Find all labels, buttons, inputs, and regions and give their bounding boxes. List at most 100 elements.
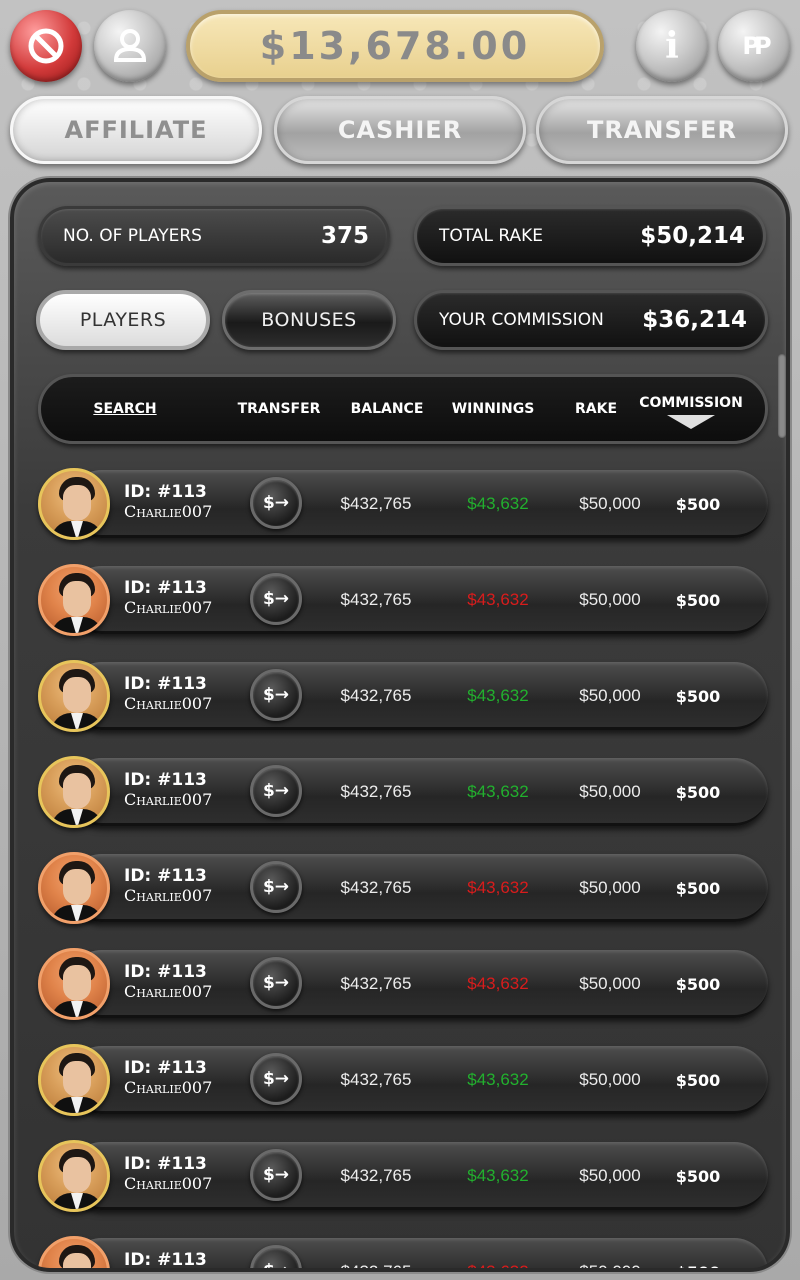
table-row[interactable]: ID: #113 Charlie007 $→ $432,765 $43,632 … [38,948,768,1020]
player-rake: $50,000 [579,590,641,609]
player-balance: $432,765 [340,1166,412,1185]
player-commission: $500 [675,782,721,802]
player-id: ID: #113 [124,1250,207,1270]
avatar-face [63,485,91,521]
player-commission: $500 [675,1262,721,1272]
avatar-face [63,677,91,713]
player-winnings: $43,632 [467,494,529,513]
transfer-button[interactable]: $→ [250,573,302,625]
table-row[interactable]: ID: #113 Charlie007 $→ $432,765 $43,632 … [38,564,768,636]
profile-button[interactable] [94,10,166,82]
dollar-arrow-icon: $→ [262,1165,290,1185]
tab-transfer[interactable]: TRANSFER [536,96,788,164]
player-balance: $432,765 [340,878,412,897]
scrollbar[interactable] [778,354,786,438]
player-commission: $500 [675,686,721,706]
player-name: Charlie007 [124,694,213,713]
tab-cashier[interactable]: CASHIER [274,96,526,164]
dollar-arrow-icon: $→ [262,877,290,897]
dollar-arrow-icon: $→ [262,781,290,801]
info-button[interactable]: i [636,10,708,82]
transfer-button[interactable]: $→ [250,957,302,1009]
player-id: ID: #113 [124,674,207,694]
player-winnings: $43,632 [467,974,529,993]
table-row[interactable]: ID: #113 Charlie007 $→ $432,765 $43,632 … [38,756,768,828]
tab-bonuses[interactable]: BONUSES [222,290,396,350]
player-id: ID: #113 [124,866,207,886]
avatar [38,660,110,732]
avatar [38,852,110,924]
brand-button[interactable]: PP [718,10,790,82]
transfer-button[interactable]: $→ [250,1053,302,1105]
transfer-button[interactable]: $→ [250,861,302,913]
column-header-winnings[interactable]: WINNINGS [445,377,541,441]
avatar-face [63,1157,91,1193]
column-header-balance[interactable]: BALANCE [339,377,435,441]
avatar-face [63,581,91,617]
player-id: ID: #113 [124,1058,207,1078]
account-balance: $13,678.00 [186,10,604,82]
tab-affiliate[interactable]: AFFILIATE [10,96,262,164]
player-id: ID: #113 [124,770,207,790]
player-name: Charlie007 [124,1174,213,1193]
table-row[interactable]: ID: #113 Charlie007 $→ $432,765 $43,632 … [38,468,768,540]
avatar-face [63,869,91,905]
affiliate-panel: NO. OF PLAYERS 375 TOTAL RAKE $50,214 PL… [10,178,790,1272]
table-row[interactable]: ID: #113 Charlie007 $→ $432,765 $43,632 … [38,1236,768,1272]
avatar-face [63,1061,91,1097]
player-winnings: $43,632 [467,686,529,705]
dollar-arrow-icon: $→ [262,685,290,705]
avatar [38,564,110,636]
player-balance: $432,765 [340,590,412,609]
dollar-arrow-icon: $→ [262,1261,290,1272]
block-icon [28,28,64,64]
avatar [38,1044,110,1116]
total-rake-label: TOTAL RAKE [439,226,543,246]
avatar [38,948,110,1020]
avatar [38,468,110,540]
players-count-label: NO. OF PLAYERS [63,226,202,246]
dollar-arrow-icon: $→ [262,493,290,513]
table-row[interactable]: ID: #113 Charlie007 $→ $432,765 $43,632 … [38,1044,768,1116]
transfer-button[interactable]: $→ [250,765,302,817]
player-commission: $500 [675,1166,721,1186]
player-rake: $50,000 [579,1262,641,1272]
info-icon: i [665,25,679,67]
player-winnings: $43,632 [467,1070,529,1089]
sort-descending-icon [667,415,715,429]
player-balance: $432,765 [340,974,412,993]
commission-label: YOUR COMMISSION [439,310,604,330]
player-balance: $432,765 [340,1070,412,1089]
column-header-commission[interactable]: COMMISSION [639,377,743,441]
block-button[interactable] [10,10,82,82]
player-id: ID: #113 [124,482,207,502]
table-row[interactable]: ID: #113 Charlie007 $→ $432,765 $43,632 … [38,1140,768,1212]
player-name: Charlie007 [124,790,213,809]
tab-players[interactable]: PLAYERS [36,290,210,350]
transfer-button[interactable]: $→ [250,1149,302,1201]
player-id: ID: #113 [124,962,207,982]
avatar-face [63,773,91,809]
total-rake-pill: TOTAL RAKE $50,214 [414,206,766,266]
player-rake: $50,000 [579,494,641,513]
dollar-arrow-icon: $→ [262,1069,290,1089]
transfer-button[interactable]: $→ [250,669,302,721]
player-rake: $50,000 [579,686,641,705]
player-winnings: $43,632 [467,782,529,801]
commission-pill: YOUR COMMISSION $36,214 [414,290,768,350]
avatar-face [63,965,91,1001]
player-rake: $50,000 [579,1070,641,1089]
player-name: Charlie007 [124,502,213,521]
search-link[interactable]: SEARCH [65,377,185,441]
dollar-arrow-icon: $→ [262,589,290,609]
table-row[interactable]: ID: #113 Charlie007 $→ $432,765 $43,632 … [38,852,768,924]
player-commission: $500 [675,878,721,898]
table-header: SEARCH TRANSFER BALANCE WINNINGS RAKE CO… [38,374,768,444]
players-count-pill: NO. OF PLAYERS 375 [38,206,390,266]
player-balance: $432,765 [340,1262,412,1272]
transfer-button[interactable]: $→ [250,477,302,529]
table-row[interactable]: ID: #113 Charlie007 $→ $432,765 $43,632 … [38,660,768,732]
player-commission: $500 [675,974,721,994]
commission-value: $36,214 [642,307,747,333]
column-header-rake[interactable]: RAKE [553,377,639,441]
